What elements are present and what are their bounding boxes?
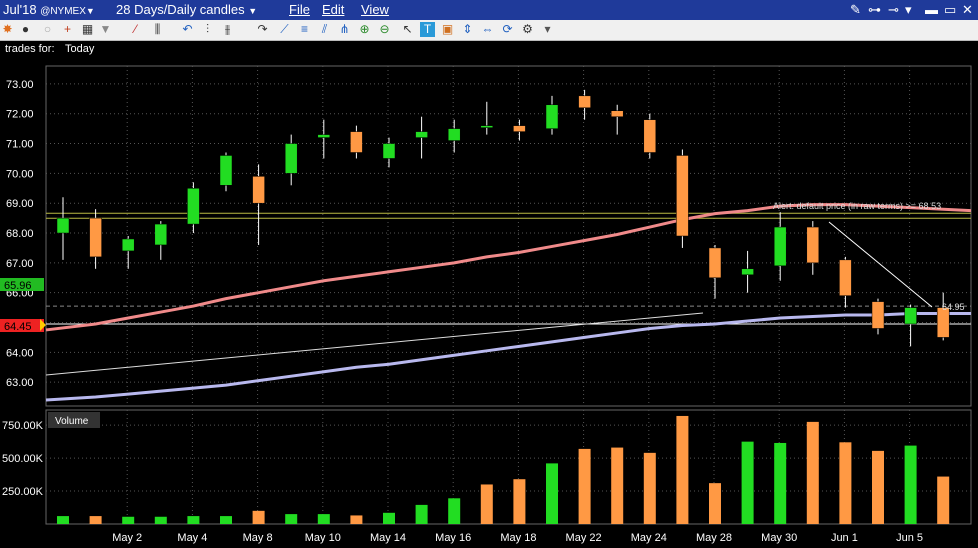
lower-line-label: 64.95 [942,302,965,312]
volume-bar [448,498,461,524]
price-pane[interactable]: 63.0064.0065.0066.0067.0068.0069.0070.00… [0,65,972,407]
candle-down [676,155,689,237]
candle-down [252,176,265,204]
date-tick-label: May 8 [243,532,273,544]
volume-bar [904,445,917,524]
price-tick-label: 70.00 [6,168,34,180]
date-tick-label: May 4 [177,532,207,544]
volume-bar [513,479,526,524]
date-tick-label: May 18 [500,532,536,544]
volume-bar [937,476,950,524]
volume-bar [57,516,69,524]
volume-bar [154,516,167,524]
volume-bar [187,516,200,524]
volume-bar [676,415,689,524]
volume-pane[interactable]: 250.00K 500.00K 750.00K Volume [2,409,972,525]
price-tick-label: 63.00 [6,377,34,389]
candle-down [936,307,950,338]
candle-up [741,268,754,276]
volume-bar [415,504,428,524]
date-tick-label: May 30 [761,532,797,544]
volume-bar [317,514,330,524]
volume-tick-label: 750.00K [2,420,44,432]
last-price-label: 64.45 [4,321,32,333]
volume-title: Volume [55,416,89,427]
candle-down [578,95,591,109]
price-tick-label: 73.00 [6,79,34,91]
date-tick-label: Jun 1 [831,532,858,544]
candle-up [154,223,168,246]
alert-label: Alert: default price (in raw terms) >= 6… [773,201,941,211]
date-tick-label: May 28 [696,532,732,544]
price-tick-label: 67.00 [6,258,34,270]
candle-up [415,131,428,138]
candle-down [610,110,624,117]
candle-up [219,155,233,186]
candle-down [839,259,852,296]
volume-bar [546,463,558,524]
date-tick-label: May 2 [112,532,142,544]
candle-up [382,143,396,159]
volume-bar [774,442,787,524]
volume-axis: 250.00K 500.00K 750.00K [2,420,44,498]
date-tick-label: May 10 [305,532,341,544]
date-tick-label: May 24 [631,532,667,544]
volume-bar [285,514,298,524]
volume-bar [741,441,754,524]
date-tick-label: Jun 5 [896,532,923,544]
candle-down [89,217,102,258]
date-tick-label: May 14 [370,532,406,544]
volume-bar [220,516,232,524]
volume-bar [350,515,363,524]
price-tick-label: 64.00 [6,347,34,359]
candle-down [871,301,885,329]
price-pane-frame [45,65,972,407]
candle-down [806,226,820,264]
price-tick-label: 69.00 [6,198,34,210]
price-tick-label: 72.00 [6,109,34,121]
volume-tick-label: 500.00K [2,453,44,465]
candle-down [513,125,526,132]
volume-tick-label: 250.00K [2,486,44,498]
candle-up [121,238,135,252]
current-price-label: 65.96 [4,280,32,292]
date-tick-label: May 16 [435,532,471,544]
price-tick-label: 68.00 [6,228,34,240]
volume-bar [122,516,135,524]
candle-up [904,307,917,325]
volume-bar [839,442,852,524]
volume-bar [383,512,395,524]
volume-pane-frame [45,409,972,525]
candle-up [317,134,331,138]
volume-bar [643,452,656,524]
volume-bar [252,510,265,524]
candle-up [480,125,494,128]
candle-up [447,128,461,141]
volume-bar [872,450,884,524]
price-tick-label: 71.00 [6,139,34,151]
volume-bar [89,516,102,524]
candle-up [773,226,787,267]
candle-up [56,217,70,234]
volume-bar [480,484,493,524]
date-axis: May 2 May 4 May 8 May 10 May 14 May 16 May 18 M… [112,532,923,544]
date-tick-label: May 22 [566,532,602,544]
candle-up [187,188,200,225]
candle-down [643,119,657,153]
candle-down [350,131,363,153]
price-axis: 63.0064.0065.0066.0067.0068.0069.0070.00… [6,79,34,389]
volume-bar [578,448,591,524]
candle-up [284,143,298,174]
candle-down [708,247,722,279]
volume-bar [611,447,624,524]
price-volume-chart[interactable]: 63.0064.0065.0066.0067.0068.0069.0070.00… [0,0,978,548]
candle-up [545,104,559,129]
volume-bar [709,483,721,524]
volume-bar [806,421,819,524]
